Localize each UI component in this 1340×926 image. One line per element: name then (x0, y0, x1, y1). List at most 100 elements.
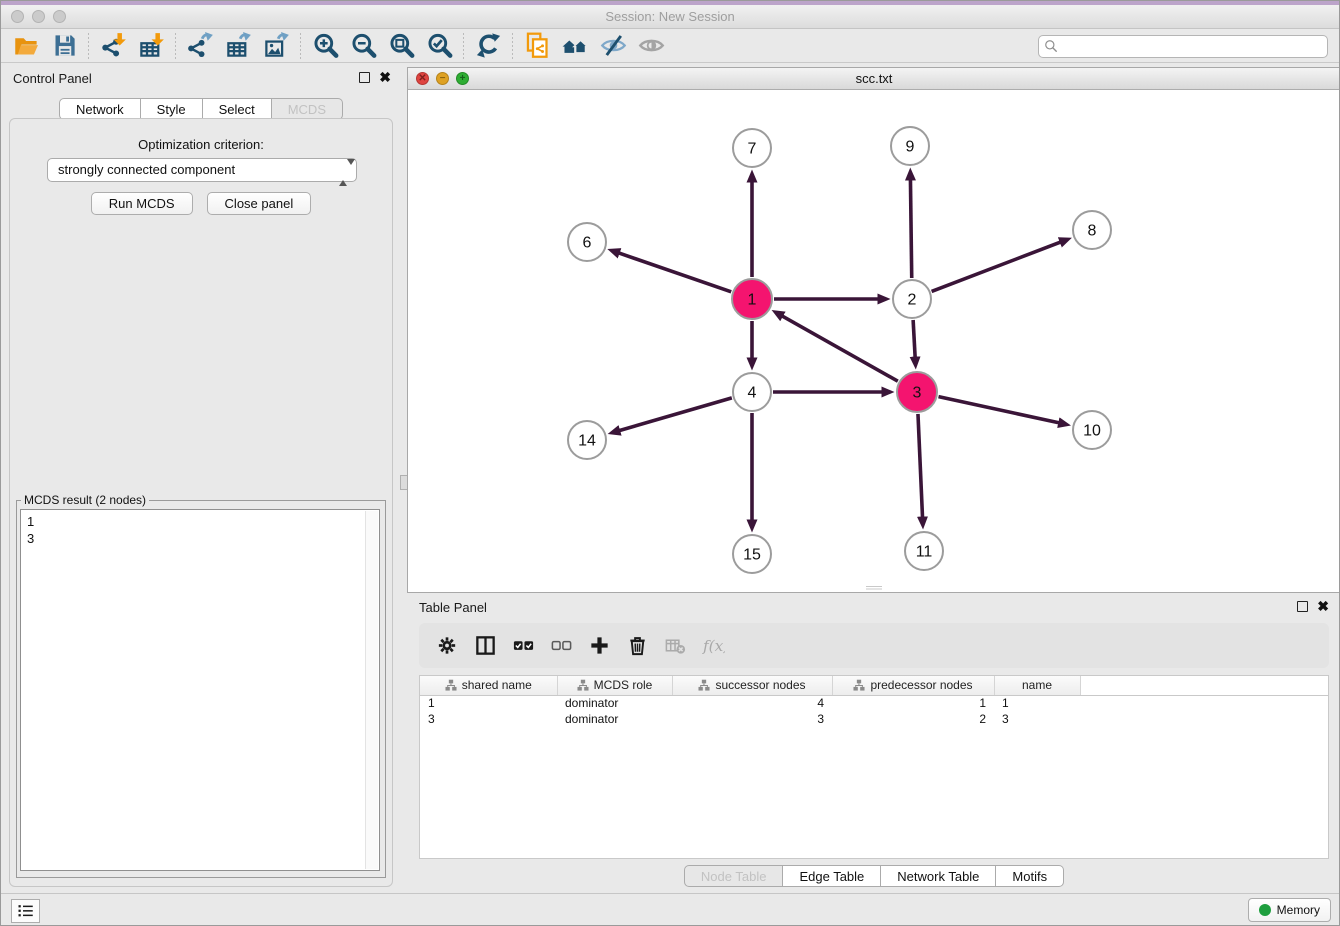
main-toolbar (1, 29, 1339, 63)
duplicate-network-icon (524, 32, 551, 59)
control-panel-tab-network[interactable]: Network (59, 98, 141, 120)
table-cell[interactable]: 1 (832, 695, 994, 711)
column-header-successor-nodes[interactable]: successor nodes (672, 676, 832, 695)
table-cell[interactable]: 1 (994, 695, 1080, 711)
table-panel-tab-network-table[interactable]: Network Table (881, 865, 996, 887)
table-cell[interactable]: 4 (672, 695, 832, 711)
table-cell[interactable]: 3 (994, 711, 1080, 727)
show-all-button[interactable] (632, 31, 670, 61)
deselect-all-button[interactable] (545, 630, 577, 662)
node-9[interactable]: 9 (891, 127, 929, 165)
toolbar-separator (175, 33, 176, 59)
import-table-button[interactable] (132, 31, 170, 61)
criterion-dropdown[interactable]: strongly connected component (47, 158, 357, 182)
table-cell[interactable]: dominator (557, 711, 672, 727)
node-3[interactable]: 3 (897, 372, 937, 412)
node-6[interactable]: 6 (568, 223, 606, 261)
delete-row-button[interactable] (621, 630, 653, 662)
import-network-button[interactable] (94, 31, 132, 61)
edge-1-6[interactable] (619, 253, 731, 292)
table-float-panel-icon[interactable] (1297, 601, 1308, 612)
mcds-result-textarea[interactable]: 13 (20, 509, 380, 871)
node-15[interactable]: 15 (733, 535, 771, 573)
export-network-button[interactable] (181, 31, 219, 61)
memory-button-label: Memory (1277, 903, 1320, 917)
export-image-button[interactable] (257, 31, 295, 61)
application-window: Session: New Session Control Panel ✖ Net… (0, 0, 1340, 926)
apply-layout-button[interactable] (469, 31, 507, 61)
add-row-button[interactable] (583, 630, 615, 662)
function-builder-button[interactable]: f(x) (697, 630, 729, 662)
gear-button[interactable] (431, 630, 463, 662)
zoom-fit-button[interactable] (382, 31, 420, 61)
table-panel-tab-node-table[interactable]: Node Table (684, 865, 784, 887)
node-8[interactable]: 8 (1073, 211, 1111, 249)
zoom-out-button[interactable] (344, 31, 382, 61)
table-cell[interactable]: 2 (832, 711, 994, 727)
edge-3-11[interactable] (918, 414, 923, 517)
control-panel-tab-select[interactable]: Select (203, 98, 272, 120)
table-cell[interactable]: 3 (420, 711, 557, 727)
table-close-panel-icon[interactable]: ✖ (1317, 601, 1329, 612)
delete-row-icon (626, 634, 649, 657)
first-neighbors-button[interactable] (556, 31, 594, 61)
table-cell-filler (1080, 711, 1328, 727)
zoom-in-button[interactable] (306, 31, 344, 61)
tree-icon (445, 679, 457, 691)
table-row[interactable]: 1dominator411 (420, 695, 1328, 711)
deselect-all-icon (550, 634, 573, 657)
hide-selected-button[interactable] (594, 31, 632, 61)
zoom-selected-button[interactable] (420, 31, 458, 61)
edge-2-3[interactable] (913, 320, 915, 357)
node-4[interactable]: 4 (733, 373, 771, 411)
search-input[interactable] (1038, 35, 1328, 58)
control-panel-tabs: NetworkStyleSelectMCDS (1, 98, 401, 120)
column-header-name[interactable]: name (994, 676, 1080, 695)
control-panel-tab-mcds[interactable]: MCDS (272, 98, 343, 120)
network-resize-grip[interactable] (866, 586, 882, 591)
select-all-button[interactable] (507, 630, 539, 662)
network-window-titlebar[interactable]: ✕ − + scc.txt (408, 68, 1340, 90)
edge-2-9[interactable] (910, 180, 911, 278)
column-header-shared-name[interactable]: shared name (420, 676, 557, 695)
column-header-mcds-role[interactable]: MCDS role (557, 676, 672, 695)
node-7[interactable]: 7 (733, 129, 771, 167)
table-panel-tab-edge-table[interactable]: Edge Table (783, 865, 881, 887)
table-panel-tab-motifs[interactable]: Motifs (996, 865, 1064, 887)
duplicate-network-button[interactable] (518, 31, 556, 61)
table-cell[interactable]: 1 (420, 695, 557, 711)
export-table-button[interactable] (219, 31, 257, 61)
table-cell[interactable]: dominator (557, 695, 672, 711)
close-panel-button[interactable]: Close panel (207, 192, 312, 215)
table-toolbar: f(x) (419, 623, 1329, 668)
edge-4-14[interactable] (620, 398, 732, 431)
memory-button[interactable]: Memory (1248, 898, 1331, 922)
delete-table-button[interactable] (659, 630, 691, 662)
node-10[interactable]: 10 (1073, 411, 1111, 449)
task-history-button[interactable] (11, 899, 40, 923)
edge-2-8[interactable] (932, 242, 1061, 291)
control-panel-tab-style[interactable]: Style (141, 98, 203, 120)
node-2[interactable]: 2 (893, 280, 931, 318)
column-header-predecessor-nodes[interactable]: predecessor nodes (832, 676, 994, 695)
open-session-button[interactable] (7, 31, 45, 61)
mcds-result-scrollbar[interactable] (365, 511, 378, 869)
table-header-row: shared nameMCDS rolesuccessor nodesprede… (420, 676, 1328, 695)
add-row-icon (588, 634, 611, 657)
node-1[interactable]: 1 (732, 279, 772, 319)
optimization-criterion-label: Optimization criterion: (10, 137, 392, 152)
node-14[interactable]: 14 (568, 421, 606, 459)
node-label: 14 (578, 433, 596, 450)
network-canvas[interactable]: 7 9 6 8 1 2 4 3 14 10 15 11 (408, 90, 1340, 592)
table-row[interactable]: 3dominator323 (420, 711, 1328, 727)
save-session-button[interactable] (45, 31, 83, 61)
node-11[interactable]: 11 (905, 532, 943, 570)
edge-3-1[interactable] (782, 316, 897, 381)
show-column-button[interactable] (469, 630, 501, 662)
run-mcds-button[interactable]: Run MCDS (91, 192, 193, 215)
close-panel-icon[interactable]: ✖ (379, 72, 391, 83)
table-cell[interactable]: 3 (672, 711, 832, 727)
float-panel-icon[interactable] (359, 72, 370, 83)
save-session-icon (51, 32, 78, 59)
edge-3-10[interactable] (938, 397, 1058, 423)
